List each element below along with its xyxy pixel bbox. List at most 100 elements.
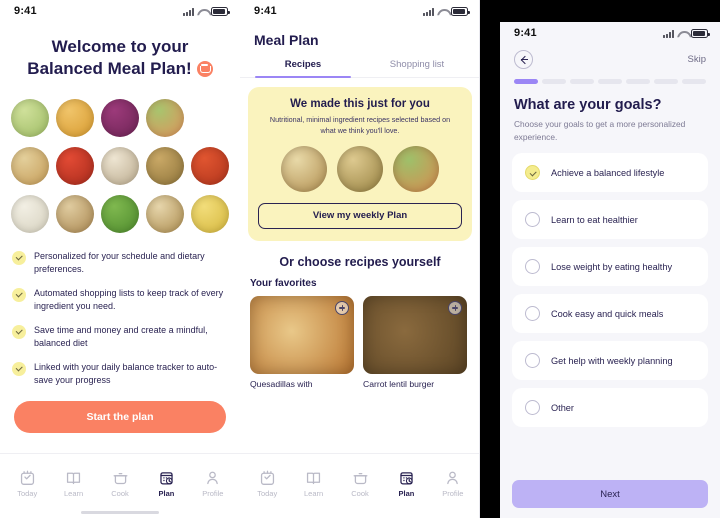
- tab-learn[interactable]: Learn: [50, 469, 96, 498]
- goal-option[interactable]: Get help with weekly planning: [512, 341, 708, 381]
- calendar-check-icon: [19, 469, 36, 486]
- tab-recipes[interactable]: Recipes: [246, 54, 360, 78]
- calendar-check-icon: [259, 469, 276, 486]
- wifi-icon: [197, 8, 208, 16]
- status-bar-2: 9:41: [240, 0, 480, 22]
- plus-icon[interactable]: [335, 300, 349, 315]
- skip-button[interactable]: Skip: [688, 54, 706, 65]
- favorites-heading: Your favorites: [250, 277, 317, 289]
- cooking-pot-icon: [112, 469, 129, 486]
- next-button[interactable]: Next: [512, 480, 708, 508]
- progress-bar: [500, 69, 720, 84]
- phone-screen-3: 9:41 Skip What are your goals? Choose yo…: [500, 22, 720, 518]
- food-photo-chicken-rice-bowl: [10, 146, 49, 185]
- status-time-2: 9:41: [254, 5, 277, 17]
- tab-cook[interactable]: Cook: [97, 469, 143, 498]
- food-photo-white-cheese-wedge: [10, 194, 49, 233]
- food-photo-cherry-tomatoes: [55, 146, 94, 185]
- person-icon: [204, 469, 221, 486]
- progress-segment: [514, 79, 538, 84]
- goal-option[interactable]: Lose weight by eating healthy: [512, 247, 708, 287]
- radio-unchecked-icon[interactable]: [525, 353, 540, 369]
- food-photo-stir-fry-bowl: [55, 194, 94, 233]
- bottom-tab-bar-1: Today Learn Cook Plan Profile: [0, 453, 240, 509]
- radio-unchecked-icon[interactable]: [525, 400, 540, 416]
- goal-option[interactable]: Other: [512, 388, 708, 428]
- favorites-row: Quesadillas with Carrot lentil burger: [240, 295, 480, 391]
- food-photo-bananas: [191, 194, 230, 233]
- battery-icon: [691, 28, 710, 38]
- food-photo-avocado-half: [10, 98, 49, 137]
- food-photo-tomato-soup-bowl: [191, 146, 230, 185]
- veggie-rice-bowl-photo: [281, 145, 327, 192]
- question-title: What are your goals?: [514, 97, 662, 113]
- home-indicator: [81, 511, 159, 514]
- tab-today[interactable]: Today: [4, 469, 50, 498]
- recipe-card[interactable]: Carrot lentil burger: [363, 295, 467, 391]
- tab-plan[interactable]: Plan: [383, 469, 429, 498]
- welcome-title-line2-wrap: Balanced Meal Plan!: [14, 58, 226, 80]
- food-photo-red-onion: [100, 98, 139, 137]
- cooking-pot-badge-icon: [196, 60, 213, 77]
- panel-onboarding-welcome: 9:41 Welcome to your Balanced Meal Plan!…: [0, 0, 240, 518]
- goal-option[interactable]: Learn to eat healthier: [512, 200, 708, 240]
- food-photo-vegetable-rice-bowl: [146, 194, 185, 233]
- question-subtitle: Choose your goals to get a more personal…: [514, 119, 686, 142]
- recipe-title: Carrot lentil burger: [363, 378, 435, 389]
- tab-label: Learn: [64, 489, 84, 498]
- tab-plan[interactable]: Plan: [143, 469, 189, 498]
- wifi-icon: [677, 30, 688, 38]
- food-grid-empty: [191, 99, 229, 137]
- status-icons-2: [423, 6, 470, 16]
- tab-profile[interactable]: Profile: [430, 469, 476, 498]
- tab-label: Learn: [304, 489, 324, 498]
- status-bar: 9:41: [0, 0, 240, 22]
- radio-unchecked-icon[interactable]: [525, 259, 540, 275]
- feature-item: Linked with your daily balance tracker t…: [12, 361, 228, 387]
- tab-shopping-list[interactable]: Shopping list: [360, 54, 474, 77]
- open-book-icon: [305, 469, 322, 486]
- tab-learn[interactable]: Learn: [290, 469, 336, 498]
- radio-checked-icon[interactable]: [525, 165, 540, 181]
- page-title: Meal Plan: [254, 32, 319, 48]
- check-circle-icon: [12, 287, 26, 302]
- progress-segment: [626, 79, 650, 84]
- radio-unchecked-icon[interactable]: [525, 212, 540, 228]
- bottom-tab-bar-2: Today Learn Cook Plan Profile: [240, 453, 480, 509]
- goal-option[interactable]: Cook easy and quick meals: [512, 294, 708, 334]
- goal-option-label: Learn to eat healthier: [551, 214, 638, 225]
- recipe-image: [363, 295, 467, 374]
- tab-today[interactable]: Today: [244, 469, 290, 498]
- goal-option[interactable]: Achieve a balanced lifestyle: [512, 153, 708, 193]
- back-arrow-icon[interactable]: [514, 50, 533, 69]
- cooking-pot-icon: [352, 469, 369, 486]
- food-photo-curry-soup-bowl: [55, 98, 94, 137]
- radio-unchecked-icon[interactable]: [525, 306, 540, 322]
- view-weekly-plan-button[interactable]: View my weekly Plan: [258, 202, 462, 229]
- status-bar-3: 9:41: [500, 22, 720, 44]
- food-photo-grid: [0, 96, 240, 236]
- welcome-title: Welcome to your Balanced Meal Plan!: [0, 36, 240, 80]
- goal-option-label: Get help with weekly planning: [551, 355, 673, 366]
- goal-option-label: Lose weight by eating healthy: [551, 261, 673, 272]
- goal-option-label: Cook easy and quick meals: [551, 308, 664, 319]
- promo-images: [258, 145, 462, 192]
- check-circle-icon: [12, 324, 26, 339]
- plus-icon[interactable]: [448, 300, 462, 315]
- start-the-plan-button[interactable]: Start the plan: [14, 400, 226, 433]
- tab-label: Profile: [442, 489, 464, 498]
- recipe-title: Quesadillas with: [250, 378, 313, 389]
- recipe-card[interactable]: Quesadillas with: [250, 295, 354, 391]
- status-icons-3: [663, 28, 710, 38]
- welcome-title-line2: Balanced Meal Plan!: [27, 58, 192, 78]
- signal-icon: [183, 7, 194, 16]
- tab-cook[interactable]: Cook: [337, 469, 383, 498]
- person-icon: [444, 469, 461, 486]
- status-time: 9:41: [14, 5, 37, 17]
- status-time-3: 9:41: [514, 27, 537, 39]
- feature-list: Personalized for your schedule and dieta…: [0, 250, 240, 387]
- tab-profile[interactable]: Profile: [190, 469, 236, 498]
- tab-label: Profile: [202, 489, 224, 498]
- goal-options-list: Achieve a balanced lifestyle Learn to eat…: [500, 143, 720, 428]
- food-photo-falafel-ball: [146, 146, 185, 185]
